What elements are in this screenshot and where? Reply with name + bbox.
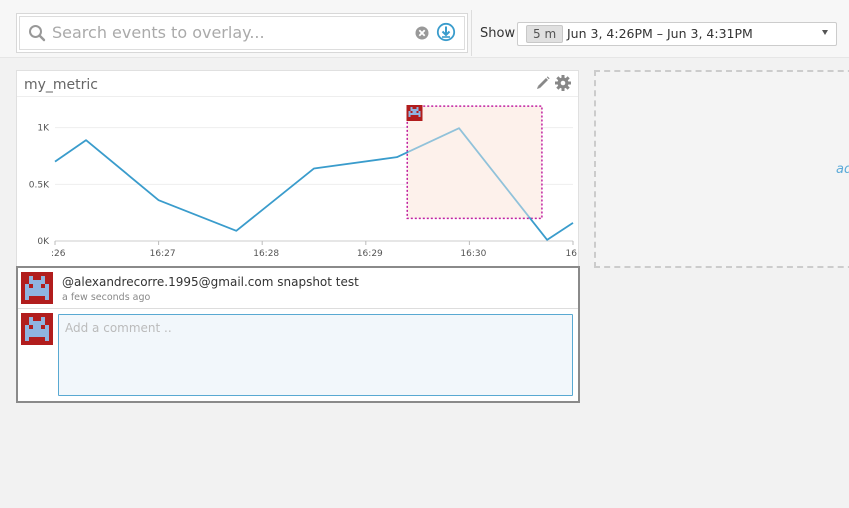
- comment-input[interactable]: [59, 315, 572, 395]
- comment-divider: [18, 308, 578, 309]
- pencil-icon[interactable]: [535, 75, 551, 91]
- gear-icon[interactable]: [554, 74, 572, 92]
- x-tick-label: 16:27: [150, 249, 176, 259]
- search-field-frame: [19, 16, 465, 50]
- widget-title: my_metric: [24, 77, 99, 93]
- event-search: [16, 13, 468, 53]
- x-tick-label: 16:28: [253, 249, 279, 259]
- duration-badge: 5 m: [526, 25, 564, 43]
- download-icon[interactable]: [436, 22, 456, 42]
- y-tick-label: 0.5K: [29, 180, 50, 190]
- chevron-down-icon: [822, 30, 828, 35]
- toolbar-divider: [471, 10, 472, 56]
- comment-timestamp: a few seconds ago: [62, 292, 151, 303]
- top-bar: Show 5 m Jun 3, 4:26PM – Jun 3, 4:31PM: [0, 0, 849, 58]
- selection-overlay: [408, 107, 541, 218]
- x-tick-label: :26: [51, 249, 66, 259]
- empty-widget-slot[interactable]: ad: [594, 70, 849, 268]
- y-tick-label: 1K: [37, 124, 50, 134]
- y-tick-label: 0K: [37, 237, 50, 247]
- timeframe-select[interactable]: 5 m Jun 3, 4:26PM – Jun 3, 4:31PM: [517, 22, 837, 46]
- show-label: Show: [480, 26, 516, 41]
- x-tick-label: 16:30: [460, 249, 486, 259]
- comment-input-box: [58, 314, 573, 396]
- add-widget-hint: ad: [836, 162, 849, 177]
- clear-icon[interactable]: [414, 25, 430, 41]
- x-tick-label: 16: [566, 249, 578, 259]
- comment-panel: @alexandrecorre.1995@gmail.com snapshot …: [16, 266, 580, 403]
- search-icon: [29, 25, 46, 42]
- metric-widget: my_metric 0K 0.5K 1K :26 16:27 16:28 16:29 16:3…: [16, 70, 579, 268]
- line-chart[interactable]: 0K 0.5K 1K :26 16:27 16:28 16:29 16:30 16: [17, 97, 578, 267]
- comment-author: @alexandrecorre.1995@gmail.com snapshot …: [62, 275, 359, 289]
- event-marker-icon[interactable]: [406, 105, 423, 122]
- space-invader-avatar-icon: [21, 313, 53, 345]
- x-tick-label: 16:29: [357, 249, 383, 259]
- space-invader-avatar-icon: [21, 272, 53, 304]
- time-range-label: Jun 3, 4:26PM – Jun 3, 4:31PM: [567, 26, 753, 41]
- search-input[interactable]: [52, 20, 412, 44]
